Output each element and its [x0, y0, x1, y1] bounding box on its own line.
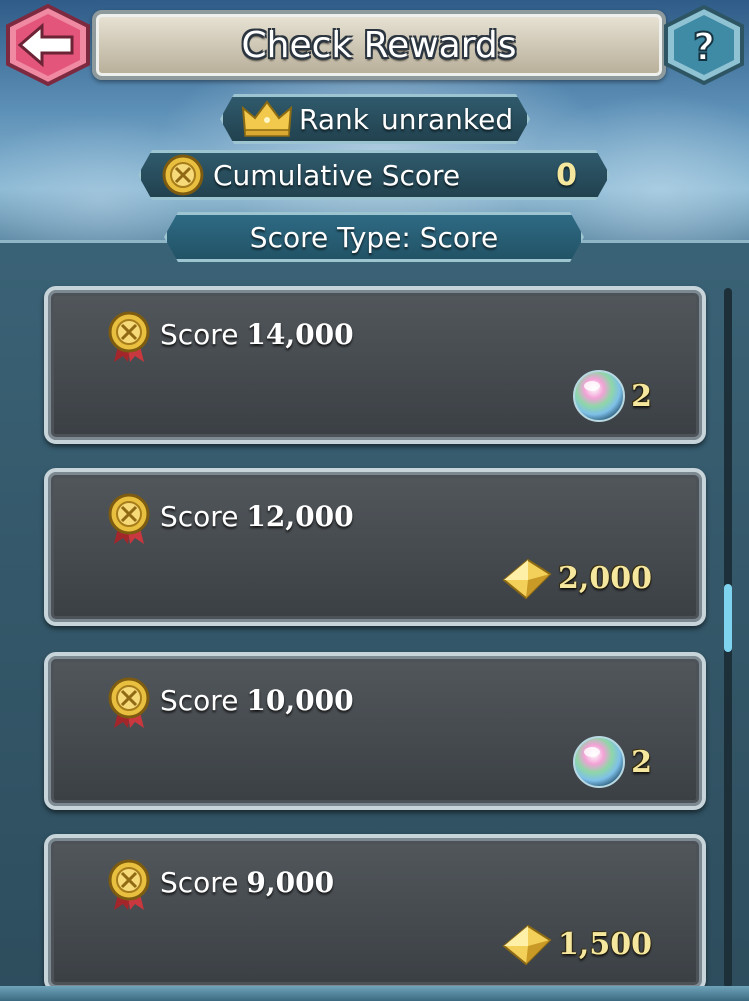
- svg-text:?: ?: [693, 25, 715, 69]
- score-value: 9,000: [246, 866, 335, 899]
- reward-prize: 2,000: [498, 550, 652, 606]
- score-value: 12,000: [246, 500, 354, 533]
- score-type-label: Score Type: Score: [249, 220, 499, 254]
- reward-item: Score 12,000 2,000: [44, 468, 706, 626]
- medal-icon: [108, 311, 150, 362]
- score-label: Score: [160, 500, 239, 533]
- rank-display: Rank unranked: [220, 94, 530, 144]
- medal-icon: [108, 493, 150, 544]
- reward-amount: 1,500: [558, 926, 652, 962]
- reward-item: Score 14,000 2: [44, 286, 706, 444]
- score-label: Score: [160, 684, 239, 717]
- score-label: Score: [160, 318, 239, 351]
- score-type-tab[interactable]: Score Type: Score: [164, 212, 584, 262]
- score-label: Score: [160, 866, 239, 899]
- medal-icon: [108, 677, 150, 728]
- reward-item: Score 10,000 2: [44, 652, 706, 810]
- score-threshold: Score 10,000: [160, 684, 354, 717]
- reward-amount: 2: [631, 744, 652, 780]
- score-threshold: Score 14,000: [160, 318, 354, 351]
- reward-prize: 2: [571, 734, 652, 790]
- score-threshold: Score 9,000: [160, 866, 334, 899]
- reward-amount: 2,000: [558, 560, 652, 596]
- score-value: 10,000: [246, 684, 354, 717]
- medal-icon: [108, 859, 150, 910]
- back-button[interactable]: [2, 2, 94, 88]
- rank-value: unranked: [380, 102, 514, 136]
- score-value: 14,000: [246, 318, 354, 351]
- scrollbar-thumb[interactable]: [724, 584, 732, 652]
- cumulative-score-value: 0: [556, 157, 577, 193]
- arrow-left-icon: [6, 3, 90, 87]
- feather-crystal-icon: [502, 924, 552, 966]
- crown-icon: [241, 100, 293, 138]
- cumulative-score-label: Cumulative Score: [213, 158, 461, 192]
- title-bar: Check Rewards: [92, 10, 666, 80]
- cumulative-score-display: Cumulative Score 0: [138, 150, 610, 200]
- orb-icon: [573, 736, 626, 788]
- feather-crystal-icon: [502, 558, 552, 600]
- reward-item: Score 9,000 1,500: [44, 834, 706, 992]
- orb-icon: [573, 370, 626, 422]
- reward-prize: 1,500: [498, 916, 652, 972]
- reward-amount: 2: [631, 378, 652, 414]
- bottom-frame: [0, 986, 749, 1001]
- rank-label: Rank: [299, 102, 369, 136]
- help-button[interactable]: ?: [662, 4, 746, 86]
- score-threshold: Score 12,000: [160, 500, 354, 533]
- page-title: Check Rewards: [241, 24, 517, 66]
- reward-prize: 2: [571, 368, 652, 424]
- question-mark-icon: ?: [664, 4, 744, 86]
- medal-icon: [161, 153, 205, 197]
